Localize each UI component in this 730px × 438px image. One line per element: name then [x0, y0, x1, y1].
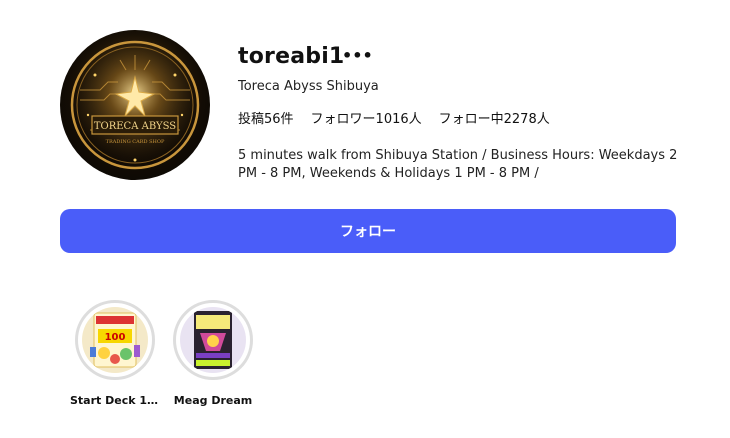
- svg-text:TRADING CARD SHOP: TRADING CARD SHOP: [106, 139, 165, 145]
- trading-card-box-thumbnail-icon: 100: [82, 307, 148, 373]
- profile-stats: 投稿56件 フォロワー1016人 フォロー中2278人: [238, 108, 550, 127]
- posts-count: 投稿56件: [238, 112, 294, 127]
- followers-count[interactable]: フォロワー1016人: [311, 108, 422, 127]
- story-highlight-start-deck[interactable]: 100 Start Deck 10...: [70, 300, 160, 407]
- more-options-icon[interactable]: •••: [342, 46, 373, 66]
- following-count[interactable]: フォロー中2278人: [439, 108, 550, 127]
- profile-username: toreabi1: [238, 44, 345, 69]
- profile-page: TORECA ABYSS TRADING CARD SHOP toreabi1 …: [0, 0, 730, 438]
- svg-text:TORECA ABYSS: TORECA ABYSS: [94, 121, 176, 132]
- svg-text:100: 100: [105, 332, 126, 343]
- highlight-ring: [173, 300, 253, 380]
- highlight-ring: 100: [75, 300, 155, 380]
- profile-display-name: Toreca Abyss Shibuya: [238, 79, 379, 94]
- highlight-label: Meag Dream: [173, 394, 253, 407]
- profile-bio: 5 minutes walk from Shibuya Station / Bu…: [238, 148, 678, 181]
- profile-avatar[interactable]: TORECA ABYSS TRADING CARD SHOP: [60, 30, 210, 180]
- follow-button[interactable]: フォロー: [60, 209, 676, 253]
- story-highlight-meag-dream[interactable]: Meag Dream: [168, 300, 258, 407]
- card-pack-thumbnail-icon: [180, 307, 246, 373]
- highlight-label: Start Deck 10...: [70, 394, 160, 407]
- toreca-abyss-logo-icon: TORECA ABYSS TRADING CARD SHOP: [60, 30, 210, 180]
